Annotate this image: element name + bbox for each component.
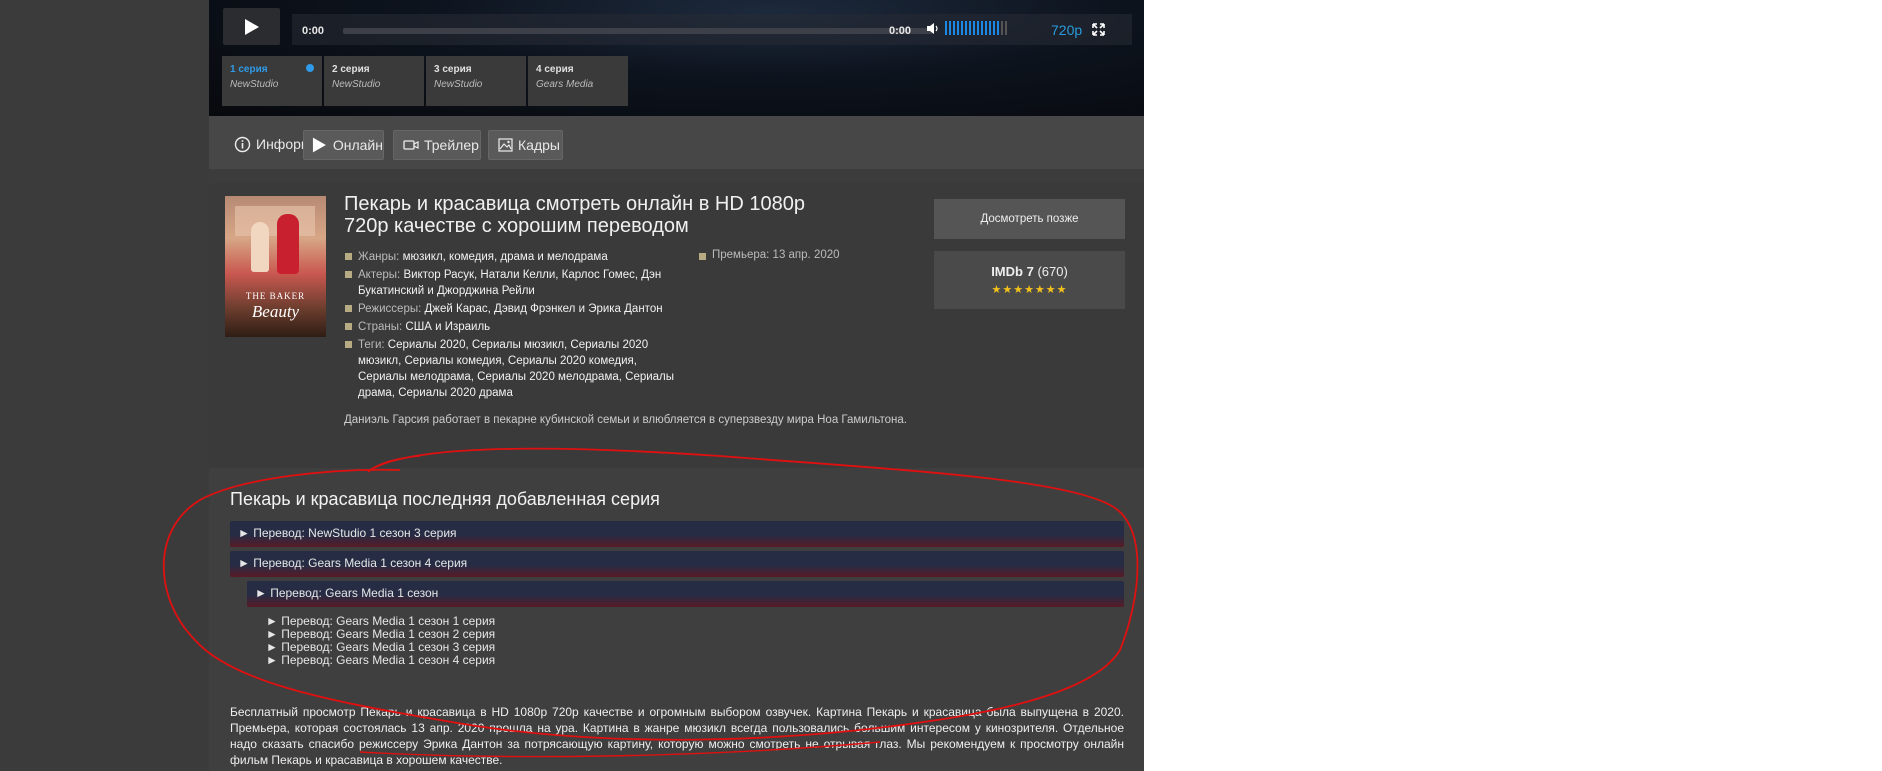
imdb-rating: IMDb 7 (670) ★★★★★★★ bbox=[934, 251, 1125, 309]
meta-directors: Режиссеры: Джей Карас, Дэвид Фрэнкел и Э… bbox=[344, 301, 689, 317]
star-icon: ★★★★★★★ bbox=[991, 284, 1068, 296]
video-camera-icon bbox=[403, 140, 419, 150]
episode-item[interactable]: 2 серия NewStudio bbox=[324, 56, 424, 106]
left-background bbox=[0, 0, 209, 771]
episode-studio: NewStudio bbox=[230, 79, 279, 90]
tab-trailer[interactable]: Трейлер bbox=[393, 130, 481, 160]
meta-genres: Жанры: мюзикл, комедия, драма и мелодрам… bbox=[344, 249, 689, 265]
total-time: 0:00 bbox=[889, 25, 912, 37]
episode-studio: NewStudio bbox=[332, 79, 381, 90]
translation-bar[interactable]: ► Перевод: Gears Media 1 сезон 4 серия bbox=[230, 551, 1124, 577]
meta-label: Теги: bbox=[358, 339, 385, 351]
movie-title: Пекарь и красавица смотреть онлайн в HD … bbox=[344, 193, 805, 237]
active-dot-icon bbox=[306, 64, 314, 72]
translation-bar[interactable]: ► Перевод: NewStudio 1 сезон 3 серия bbox=[230, 521, 1124, 547]
movie-info-card: THE BAKER Beauty Пекарь и красавица смот… bbox=[209, 183, 1144, 468]
movie-description: Даниэль Гарсия работает в пекарне кубинс… bbox=[344, 414, 907, 426]
translation-season-bar[interactable]: ► Перевод: Gears Media 1 сезон bbox=[247, 581, 1124, 607]
fullscreen-icon[interactable] bbox=[1092, 23, 1105, 36]
imdb-score: IMDb 7 (670) bbox=[934, 264, 1125, 279]
episode-label: 1 серия bbox=[230, 64, 268, 75]
episode-link[interactable]: ► Перевод: Gears Media 1 сезон 3 серия bbox=[266, 640, 495, 654]
meta-label: Жанры: bbox=[358, 251, 400, 263]
meta-countries: Страны: США и Израиль bbox=[344, 319, 689, 335]
seek-bar[interactable] bbox=[343, 28, 933, 34]
tab-frames[interactable]: Кадры bbox=[488, 130, 563, 160]
episode-label: 3 серия bbox=[434, 64, 472, 75]
tab-online[interactable]: Онлайн bbox=[303, 130, 384, 160]
episode-label: 4 серия bbox=[536, 64, 574, 75]
meta-label: Актеры: bbox=[358, 269, 401, 281]
episode-link[interactable]: ► Перевод: Gears Media 1 сезон 4 серия bbox=[266, 653, 495, 667]
quality-selector[interactable]: 720p bbox=[1051, 22, 1082, 38]
play-icon bbox=[312, 137, 326, 153]
tab-frames-label: Кадры bbox=[518, 137, 560, 153]
episode-label: 2 серия bbox=[332, 64, 370, 75]
meta-tags: Теги: Сериалы 2020, Сериалы мюзикл, Сери… bbox=[344, 337, 689, 401]
player-controls: 0:00 0:00 720p bbox=[292, 14, 1132, 45]
translation-bar-label: ► Перевод: Gears Media 1 сезон bbox=[255, 586, 439, 600]
directors-value[interactable]: Джей Карас, Дэвид Фрэнкел и Эрика Дантон bbox=[425, 303, 663, 315]
tab-online-label: Онлайн bbox=[332, 137, 383, 153]
meta-actors: Актеры: Виктор Расук, Натали Келли, Карл… bbox=[344, 267, 689, 299]
volume-slider[interactable] bbox=[945, 21, 1007, 35]
meta-label: Режиссеры: bbox=[358, 303, 422, 315]
image-icon bbox=[498, 138, 513, 152]
episode-link[interactable]: ► Перевод: Gears Media 1 сезон 2 серия bbox=[266, 627, 495, 641]
episode-link[interactable]: ► Перевод: Gears Media 1 сезон 1 серия bbox=[266, 614, 495, 628]
meta-label: Премьера: bbox=[712, 249, 770, 261]
movie-page: 0:00 0:00 720p 1 серия NewStudio 2 серия… bbox=[209, 0, 1144, 771]
play-button[interactable] bbox=[223, 8, 280, 45]
seo-description: Бесплатный просмотр Пекарь и красавица в… bbox=[230, 705, 1124, 767]
episode-studio: Gears Media bbox=[536, 79, 594, 90]
episode-item[interactable]: 1 серия NewStudio bbox=[222, 56, 322, 106]
meta-premiere: Премьера: 13 апр. 2020 bbox=[698, 249, 840, 261]
genres-value[interactable]: мюзикл, комедия, драма и мелодрама bbox=[403, 251, 608, 263]
poster-title-top: THE BAKER bbox=[245, 291, 306, 301]
imdb-votes: (670) bbox=[1037, 264, 1068, 279]
video-player[interactable]: 0:00 0:00 720p 1 серия NewStudio 2 серия… bbox=[209, 0, 1144, 116]
countries-value[interactable]: США и Израиль bbox=[405, 321, 490, 333]
content-tabs: Информация Онлайн Трейлер Кадры bbox=[209, 116, 1144, 169]
watch-later-button[interactable]: Досмотреть позже bbox=[934, 199, 1125, 239]
movie-meta: Жанры: мюзикл, комедия, драма и мелодрам… bbox=[344, 249, 689, 403]
premiere-value: 13 апр. 2020 bbox=[772, 249, 840, 261]
info-icon bbox=[234, 136, 251, 152]
tab-trailer-label: Трейлер bbox=[424, 137, 479, 153]
meta-label: Страны: bbox=[358, 321, 403, 333]
episode-studio: NewStudio bbox=[434, 79, 483, 90]
tags-value[interactable]: Сериалы 2020, Сериалы мюзикл, Сериалы 20… bbox=[358, 339, 674, 399]
episode-item[interactable]: 4 серия Gears Media bbox=[528, 56, 628, 106]
volume-icon[interactable] bbox=[926, 22, 939, 35]
latest-episodes-section: Пекарь и красавица последняя добавленная… bbox=[209, 468, 1144, 771]
translation-bar-label: ► Перевод: Gears Media 1 сезон 4 серия bbox=[238, 556, 468, 570]
latest-heading: Пекарь и красавица последняя добавленная… bbox=[230, 489, 660, 509]
episode-list: 1 серия NewStudio 2 серия NewStudio 3 се… bbox=[222, 56, 628, 106]
play-icon bbox=[244, 18, 259, 35]
imdb-label: IMDb 7 bbox=[991, 264, 1034, 279]
movie-poster[interactable]: THE BAKER Beauty bbox=[225, 196, 326, 337]
current-time: 0:00 bbox=[302, 25, 325, 37]
actors-value[interactable]: Виктор Расук, Натали Келли, Карлос Гомес… bbox=[358, 269, 661, 297]
poster-title-bottom: Beauty bbox=[251, 302, 300, 321]
translation-bar-label: ► Перевод: NewStudio 1 сезон 3 серия bbox=[238, 526, 457, 540]
episode-item[interactable]: 3 серия NewStudio bbox=[426, 56, 526, 106]
